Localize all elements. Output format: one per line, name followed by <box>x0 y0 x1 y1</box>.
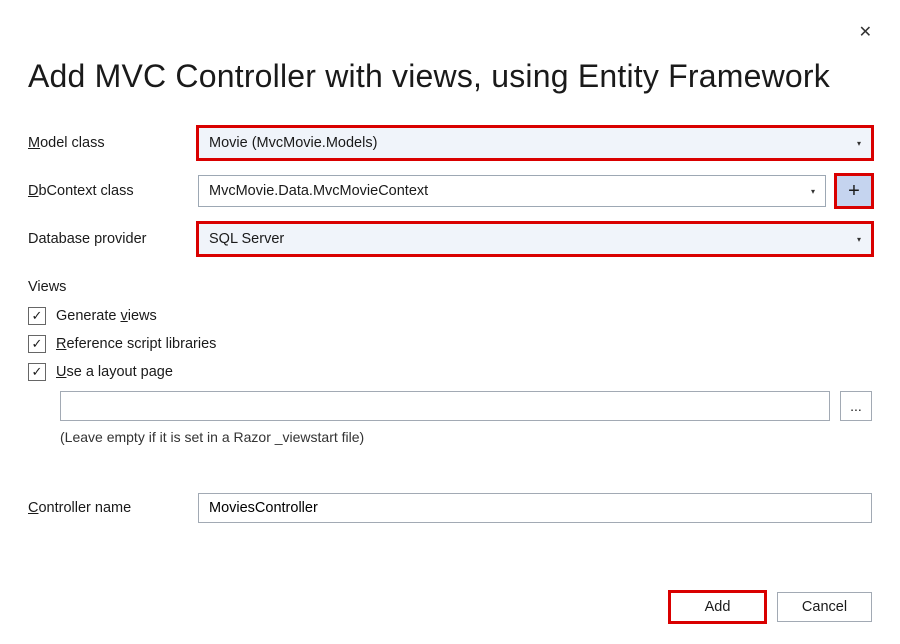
dbcontext-combo[interactable]: MvcMovie.Data.MvcMovieContext ▾ <box>198 175 826 207</box>
controller-name-label: Controller name <box>28 500 198 516</box>
browse-layout-button[interactable]: ... <box>840 391 872 421</box>
database-provider-value: SQL Server <box>209 231 284 247</box>
generate-views-checkbox[interactable]: ✓ <box>28 307 46 325</box>
close-icon: ✕ <box>859 24 872 41</box>
use-layout-row: ✓ Use a layout page <box>28 363 872 381</box>
controller-name-input[interactable] <box>198 493 872 523</box>
dialog-buttons: Add Cancel <box>670 592 872 622</box>
model-class-label: Model class <box>28 135 198 151</box>
checkmark-icon: ✓ <box>32 308 43 324</box>
dbcontext-value: MvcMovie.Data.MvcMovieContext <box>209 183 428 199</box>
cancel-button[interactable]: Cancel <box>777 592 872 622</box>
add-button[interactable]: Add <box>670 592 765 622</box>
plus-icon: + <box>848 180 860 203</box>
generate-views-row: ✓ Generate views <box>28 307 872 325</box>
reference-scripts-checkbox[interactable]: ✓ <box>28 335 46 353</box>
layout-page-input[interactable] <box>60 391 830 421</box>
reference-scripts-row: ✓ Reference script libraries <box>28 335 872 353</box>
database-provider-combo[interactable]: SQL Server ▾ <box>198 223 872 255</box>
layout-page-row: ... <box>60 391 872 421</box>
dbcontext-label: DbContext class <box>28 183 198 199</box>
chevron-down-icon: ▾ <box>811 187 815 196</box>
reference-scripts-label: Reference script libraries <box>56 336 216 352</box>
generate-views-label: Generate views <box>56 308 157 324</box>
dialog-title: Add MVC Controller with views, using Ent… <box>28 58 872 95</box>
use-layout-label: Use a layout page <box>56 364 173 380</box>
close-button[interactable]: ✕ <box>859 22 872 42</box>
model-class-value: Movie (MvcMovie.Models) <box>209 135 377 151</box>
controller-name-row: Controller name <box>28 493 872 523</box>
dbcontext-row: DbContext class MvcMovie.Data.MvcMovieCo… <box>28 175 872 207</box>
checkmark-icon: ✓ <box>32 364 43 380</box>
layout-hint: (Leave empty if it is set in a Razor _vi… <box>60 429 872 445</box>
chevron-down-icon: ▾ <box>857 235 861 244</box>
checkmark-icon: ✓ <box>32 336 43 352</box>
dialog-container: ✕ Add MVC Controller with views, using E… <box>0 0 900 644</box>
chevron-down-icon: ▾ <box>857 139 861 148</box>
model-class-row: Model class Movie (MvcMovie.Models) ▾ <box>28 127 872 159</box>
ellipsis-icon: ... <box>850 398 862 414</box>
views-heading: Views <box>28 279 872 295</box>
model-class-combo[interactable]: Movie (MvcMovie.Models) ▾ <box>198 127 872 159</box>
database-provider-label: Database provider <box>28 231 198 247</box>
use-layout-checkbox[interactable]: ✓ <box>28 363 46 381</box>
add-dbcontext-button[interactable]: + <box>836 175 872 207</box>
database-provider-row: Database provider SQL Server ▾ <box>28 223 872 255</box>
